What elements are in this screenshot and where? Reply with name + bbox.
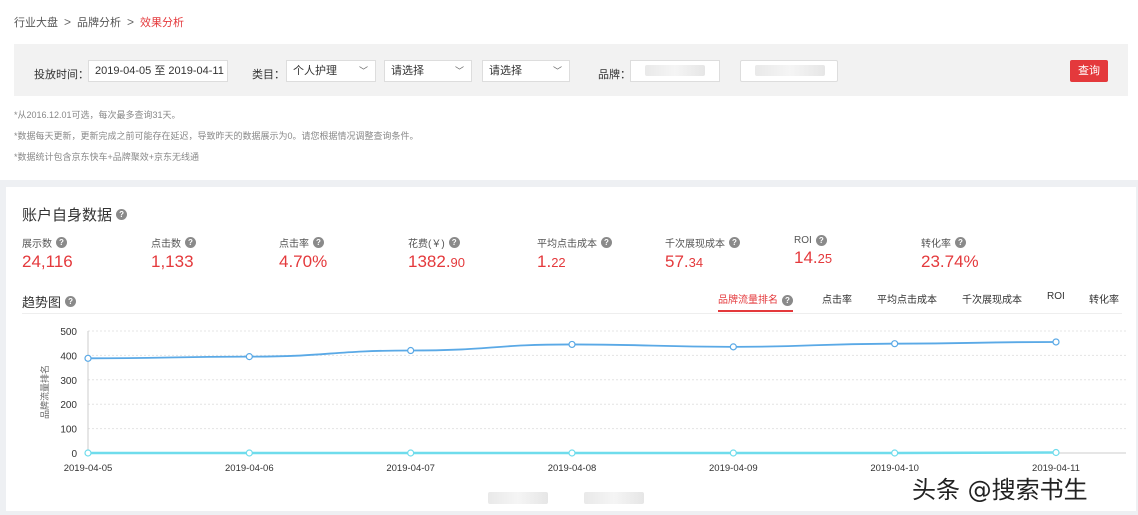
data-point xyxy=(84,354,92,362)
help-icon[interactable]: ? xyxy=(56,237,67,248)
help-icon[interactable]: ? xyxy=(448,237,460,248)
metric-avg-cpc: 平均点击成本? 1.22 xyxy=(537,235,612,272)
help-icon[interactable]: ? xyxy=(185,237,196,248)
y-tick-label: 100 xyxy=(60,425,77,436)
notes: *从2016.12.01可选，每次最多查询31天。 *数据每天更新，更新完成之前… xyxy=(14,108,419,171)
chevron-down-icon: ﹀ xyxy=(552,66,562,76)
category-label: 类目： xyxy=(252,69,285,81)
note-line: *从2016.12.01可选，每次最多查询31天。 xyxy=(14,110,181,120)
data-point xyxy=(729,449,737,457)
query-button[interactable]: 查询 xyxy=(1070,60,1108,82)
tab-avg-cpc[interactable]: 平均点击成本 xyxy=(877,291,937,306)
help-icon[interactable]: ? xyxy=(729,237,740,248)
data-point xyxy=(729,343,737,351)
data-point xyxy=(245,449,253,457)
help-icon[interactable]: ? xyxy=(116,209,128,220)
x-tick-label: 2019-04-09 xyxy=(709,463,758,474)
data-point xyxy=(84,449,92,457)
y-tick-label: 300 xyxy=(60,376,77,387)
data-point xyxy=(568,449,576,457)
metric-clicks: 点击数? 1,133 xyxy=(151,235,196,272)
metric-cost: 花费(￥)? 1382.90 xyxy=(408,237,466,271)
breadcrumb-industry[interactable]: 行业大盘 xyxy=(14,14,58,30)
filter-bar: 投放时间： 2019-04-05 至 2019-04-11 类目： 个人护理 ﹀ … xyxy=(14,44,1128,96)
breadcrumb: 行业大盘 > 品牌分析 > 效果分析 xyxy=(14,14,184,30)
chevron-right-icon: > xyxy=(64,15,72,29)
metric-conversion: 转化率? 23.74% xyxy=(921,237,979,271)
note-line: *数据每天更新，更新完成之前可能存在延迟，导致昨天的数据展示为0。请您根据情况调… xyxy=(14,131,419,141)
chevron-down-icon: ﹀ xyxy=(358,66,368,76)
chevron-right-icon: > xyxy=(127,15,135,29)
tab-conversion[interactable]: 转化率 xyxy=(1089,291,1119,306)
y-tick-label: 200 xyxy=(60,400,77,411)
y-tick-label: 500 xyxy=(60,327,77,338)
data-point xyxy=(1052,338,1060,346)
brand-tag[interactable] xyxy=(740,60,838,82)
help-icon[interactable]: ? xyxy=(955,237,966,248)
y-tick-label: 400 xyxy=(60,351,77,362)
metric-impressions: 展示数? 24,116 xyxy=(22,237,73,271)
data-point xyxy=(407,346,415,355)
tab-cpm[interactable]: 千次展现成本 xyxy=(962,291,1022,306)
divider xyxy=(22,313,1122,314)
help-icon[interactable]: ? xyxy=(782,295,793,306)
blurred-brand xyxy=(645,65,705,76)
x-tick-label: 2019-04-08 xyxy=(548,463,597,474)
breadcrumb-effect-analysis: 效果分析 xyxy=(140,17,185,29)
y-tick-label: 0 xyxy=(71,449,77,460)
data-point xyxy=(891,340,899,348)
metric-ctr: 点击率? 4.70% xyxy=(279,237,328,271)
metric-roi: ROI? 14.25 xyxy=(794,235,833,267)
filter-section: 行业大盘 > 品牌分析 > 效果分析 投放时间： 2019-04-05 至 20… xyxy=(0,0,1138,180)
account-data-title: 账户自身数据? xyxy=(22,204,128,225)
trend-tabs: 品牌流量排名? 点击率 平均点击成本 千次展现成本 ROI 转化率 xyxy=(6,291,1136,312)
brand-label: 品牌： xyxy=(598,69,631,81)
help-icon[interactable]: ? xyxy=(313,237,324,248)
tab-brand-rank[interactable]: 品牌流量排名? xyxy=(718,291,793,312)
blurred-brand-tag xyxy=(755,65,825,76)
brand-input[interactable] xyxy=(630,60,720,82)
y-axis-label: 品牌流量排名 xyxy=(39,365,50,419)
tab-ctr[interactable]: 点击率 xyxy=(822,291,852,306)
legend-blurred-1[interactable] xyxy=(488,492,548,504)
date-range-input[interactable]: 2019-04-05 至 2019-04-11 xyxy=(88,60,228,82)
help-icon[interactable]: ? xyxy=(601,237,612,248)
help-icon[interactable]: ? xyxy=(815,235,827,246)
data-point xyxy=(1052,448,1060,457)
data-point xyxy=(568,340,576,349)
chevron-down-icon: ﹀ xyxy=(454,66,464,76)
watermark: 头条 @搜索书生 xyxy=(912,476,1088,504)
x-tick-label: 2019-04-07 xyxy=(386,463,435,474)
data-point xyxy=(891,449,899,457)
data-point xyxy=(407,449,415,457)
note-line: *数据统计包含京东快车+品牌聚效+京东无线通 xyxy=(14,152,200,162)
x-tick-label: 2019-04-06 xyxy=(225,463,274,474)
subcategory2-select[interactable]: 请选择 ﹀ xyxy=(482,60,570,82)
data-point xyxy=(245,353,253,361)
breadcrumb-brand-analysis[interactable]: 品牌分析 xyxy=(77,14,121,30)
x-tick-label: 2019-04-05 xyxy=(64,463,113,474)
metric-cpm: 千次展现成本? 57.34 xyxy=(665,235,740,272)
tab-roi[interactable]: ROI xyxy=(1047,291,1065,302)
legend-blurred-2[interactable] xyxy=(584,492,644,504)
time-label: 投放时间： xyxy=(34,69,89,81)
category-select[interactable]: 个人护理 ﹀ xyxy=(286,60,376,82)
subcategory-select[interactable]: 请选择 ﹀ xyxy=(384,60,472,82)
